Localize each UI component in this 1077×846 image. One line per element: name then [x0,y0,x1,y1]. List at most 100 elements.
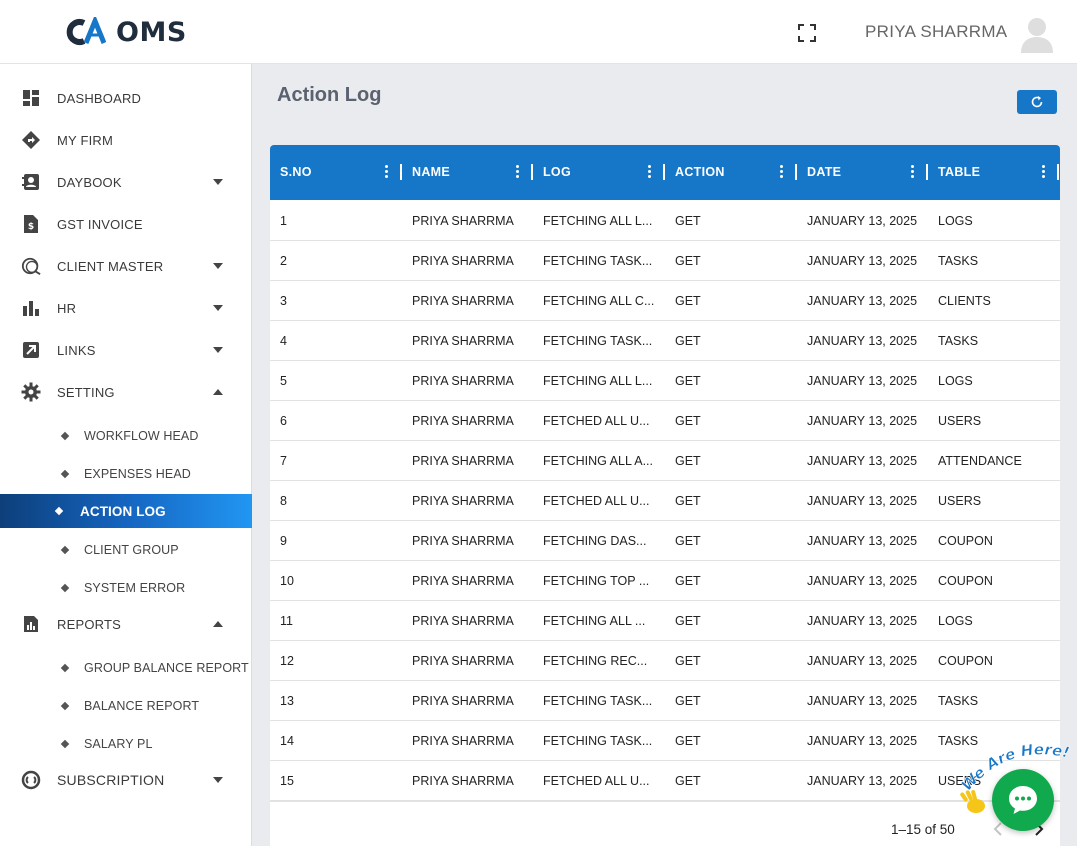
column-header-name[interactable]: NAME [402,145,533,200]
sidebar-subitem-balance-report[interactable]: BALANCE REPORT [0,689,252,723]
cell-action: GET [675,414,701,428]
sidebar-subitem-workflow-head[interactable]: WORKFLOW HEAD [0,419,252,453]
sidebar-subitem-group-balance-report[interactable]: GROUP BALANCE REPORT [0,651,252,685]
cell-name: PRIYA SHARRMA [412,374,514,388]
sidebar-item-label: SETTING [57,384,115,400]
cell-table: COUPON [938,654,993,668]
cell-name: PRIYA SHARRMA [412,694,514,708]
table-row[interactable]: 2 PRIYA SHARRMA FETCHING TASK... GET JANUARY… [270,241,1060,281]
sidebar-subitem-label: SALARY PL [84,737,153,751]
cell-date: JANUARY 13, 2025 [807,334,918,348]
cell-date: JANUARY 13, 2025 [807,414,918,428]
table-row[interactable]: 3 PRIYA SHARRMA FETCHING ALL C... GET JANUAR… [270,281,1060,321]
cell-name: PRIYA SHARRMA [412,654,514,668]
sidebar-subitem-label: BALANCE REPORT [84,699,200,713]
ca-logo-icon [66,17,106,45]
table-row[interactable]: 4 PRIYA SHARRMA FETCHING TASK... GET JANUARY… [270,321,1060,361]
sidebar-item-hr[interactable]: HR [0,290,252,326]
table-row[interactable]: 12 PRIYA SHARRMA FETCHING REC... GET JANUARY… [270,641,1060,681]
column-header-action[interactable]: ACTION [665,145,797,200]
cell-sno: 2 [280,254,287,268]
diamond-bullet-icon [60,469,70,479]
column-resize-handle[interactable] [1057,164,1059,180]
cell-table: COUPON [938,534,993,548]
dashboard-icon [21,88,41,108]
table-row[interactable]: 8 PRIYA SHARRMA FETCHED ALL U... GET JANUARY… [270,481,1060,521]
column-menu-icon[interactable] [911,165,915,181]
invoice-icon: $ [21,214,41,234]
cell-name: PRIYA SHARRMA [412,494,514,508]
sidebar-item-label: CLIENT MASTER [57,258,164,274]
fullscreen-icon[interactable] [797,23,817,43]
cell-action: GET [675,494,701,508]
avatar-icon[interactable] [1019,15,1055,53]
chevron-left-icon[interactable] [992,822,1004,836]
table-row[interactable]: 9 PRIYA SHARRMA FETCHING DAS... GET JANUARY … [270,521,1060,561]
cell-log: FETCHING ALL L... [543,374,653,388]
column-header-sno[interactable]: S.NO [270,145,402,200]
column-menu-icon[interactable] [1042,165,1046,181]
column-header-table[interactable]: TABLE [928,145,1060,200]
sidebar-subitem-action-log[interactable]: ACTION LOG [0,494,252,528]
column-header-log[interactable]: LOG [533,145,665,200]
sidebar-item-reports[interactable]: REPORTS [0,606,252,642]
diamond-bullet-icon [60,431,70,441]
caret-up-icon [213,389,223,395]
column-menu-icon[interactable] [516,165,520,181]
sidebar-item-client-master[interactable]: CLIENT MASTER [0,248,252,284]
cell-log: FETCHING TASK... [543,334,653,348]
column-header-label: NAME [412,165,451,179]
diamond-bullet-icon [60,701,70,711]
table-row[interactable]: 7 PRIYA SHARRMA FETCHING ALL A... GET JANUAR… [270,441,1060,481]
cell-action: GET [675,534,701,548]
cell-log: FETCHED ALL U... [543,494,650,508]
sidebar-subitem-label: CLIENT GROUP [84,543,179,557]
app-logo[interactable]: OMS [64,14,187,50]
cell-action: GET [675,214,701,228]
sidebar-item-dashboard[interactable]: DASHBOARD [0,80,252,116]
sidebar-subitem-system-error[interactable]: SYSTEM ERROR [0,571,252,605]
cell-log: FETCHING ALL A... [543,454,653,468]
cell-action: GET [675,254,701,268]
chat-widget-button[interactable] [992,769,1054,831]
sidebar-subitem-label: GROUP BALANCE REPORT [84,661,249,675]
table-row[interactable]: 15 PRIYA SHARRMA FETCHED ALL U... GET JANUAR… [270,761,1060,801]
sidebar: DASHBOARD MY FIRM DAYBOOK $ GST INVOICE … [0,64,252,846]
cell-sno: 3 [280,294,287,308]
sidebar-item-subscription[interactable]: SUBSCRIPTION [0,762,252,798]
cell-date: JANUARY 13, 2025 [807,494,918,508]
refresh-button[interactable] [1017,90,1057,114]
cell-sno: 4 [280,334,287,348]
cell-name: PRIYA SHARRMA [412,414,514,428]
sidebar-item-links[interactable]: LINKS [0,332,252,368]
cell-date: JANUARY 13, 2025 [807,774,918,788]
cell-sno: 14 [280,734,294,748]
column-header-date[interactable]: DATE [797,145,928,200]
table-row[interactable]: 10 PRIYA SHARRMA FETCHING TOP ... GET JANUAR… [270,561,1060,601]
column-menu-icon[interactable] [780,165,784,181]
pagination-range: 1–15 of 50 [891,822,955,837]
table-row[interactable]: 5 PRIYA SHARRMA FETCHING ALL L... GET JANUAR… [270,361,1060,401]
sidebar-item-gst-invoice[interactable]: $ GST INVOICE [0,206,252,242]
table-row[interactable]: 6 PRIYA SHARRMA FETCHED ALL U... GET JANUARY… [270,401,1060,441]
cell-log: FETCHING ALL L... [543,214,653,228]
client-master-icon [21,256,41,276]
cell-table: TASKS [938,694,979,708]
column-menu-icon[interactable] [385,165,389,181]
column-header-label: DATE [807,165,842,179]
sidebar-subitem-salary-pl[interactable]: SALARY PL [0,727,252,761]
sidebar-subitem-client-group[interactable]: CLIENT GROUP [0,533,252,567]
top-bar: OMS PRIYA SHARRMA [0,0,1077,64]
sidebar-subitem-expenses-head[interactable]: EXPENSES HEAD [0,457,252,491]
user-name[interactable]: PRIYA SHARRMA [865,22,1007,42]
table-row[interactable]: 11 PRIYA SHARRMA FETCHING ALL ... GET JANUAR… [270,601,1060,641]
sidebar-item-daybook[interactable]: DAYBOOK [0,164,252,200]
column-menu-icon[interactable] [648,165,652,181]
cell-sno: 15 [280,774,294,788]
sidebar-item-setting[interactable]: SETTING [0,374,252,410]
table-row[interactable]: 1 PRIYA SHARRMA FETCHING ALL L... GET JANUAR… [270,201,1060,241]
sidebar-item-my-firm[interactable]: MY FIRM [0,122,252,158]
action-log-table: S.NO NAME LOG ACTION DATE TABLE 1 PRIYA … [270,145,1060,846]
table-row[interactable]: 14 PRIYA SHARRMA FETCHING TASK... GET JANUAR… [270,721,1060,761]
table-row[interactable]: 13 PRIYA SHARRMA FETCHING TASK... GET JANUAR… [270,681,1060,721]
